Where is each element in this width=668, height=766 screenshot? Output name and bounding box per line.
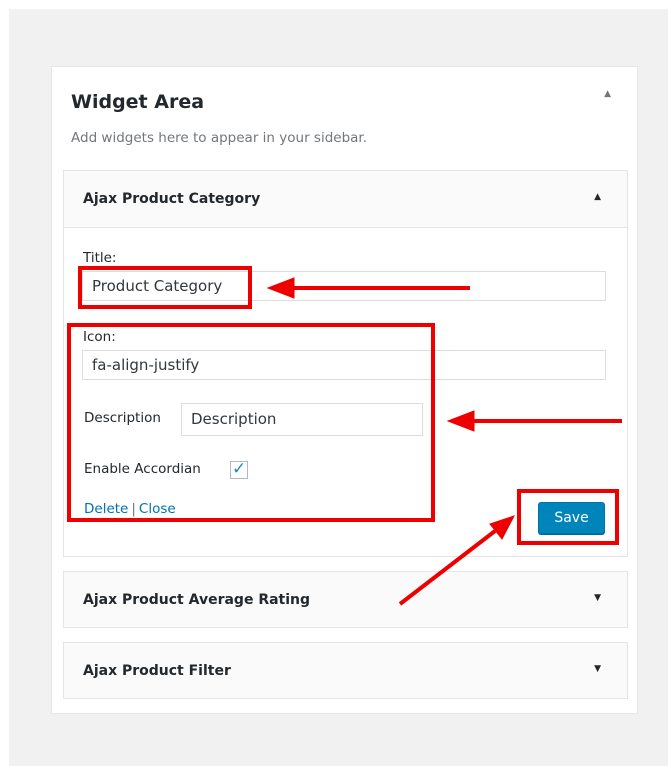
- annotation-arrows: [266, 277, 622, 606]
- arrow-settings-head: [446, 410, 475, 432]
- arrow-save-shaft: [398, 529, 497, 606]
- arrow-save-head: [489, 515, 516, 540]
- arrow-title-head: [266, 277, 295, 299]
